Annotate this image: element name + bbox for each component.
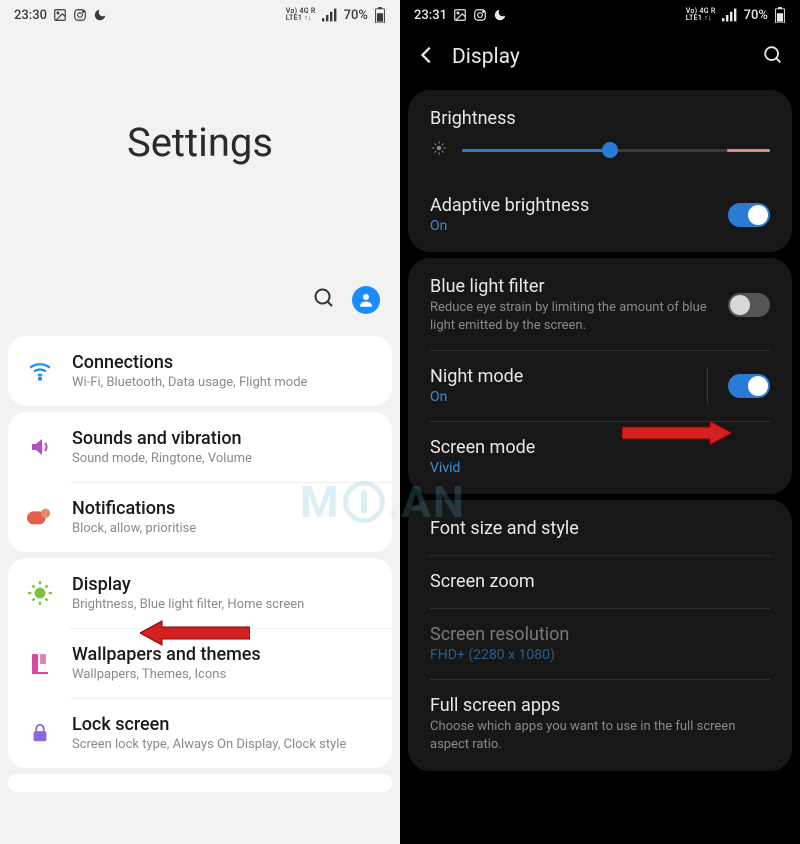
screen-zoom-item[interactable]: Screen zoom (408, 555, 792, 608)
settings-card-partial (8, 774, 392, 792)
item-status: On (430, 218, 714, 234)
blue-light-filter-item[interactable]: Blue light filter Reduce eye strain by l… (408, 260, 792, 350)
full-screen-apps-item[interactable]: Full screen apps Choose which apps you w… (408, 679, 792, 769)
item-title: Wallpapers and themes (72, 644, 374, 665)
battery-icon (374, 7, 386, 23)
settings-card: Connections Wi-Fi, Bluetooth, Data usage… (8, 336, 392, 406)
item-title: Blue light filter (430, 276, 714, 297)
wifi-icon (26, 357, 54, 385)
brightness-low-icon (430, 139, 448, 161)
settings-item-sounds[interactable]: Sounds and vibration Sound mode, Rington… (8, 412, 392, 482)
signal-icon (722, 8, 738, 22)
item-description: Reduce eye strain by limiting the amount… (430, 299, 714, 334)
item-subtitle: Screen lock type, Always On Display, Clo… (72, 737, 374, 752)
display-card-screen: Font size and style Screen zoom Screen r… (408, 500, 792, 771)
item-title: Adaptive brightness (430, 195, 714, 216)
brightness-section: Brightness (408, 92, 792, 135)
brightness-label: Brightness (430, 108, 770, 129)
themes-icon (26, 649, 54, 677)
image-icon (53, 8, 67, 22)
image-icon (453, 8, 467, 22)
item-title: Screen resolution (430, 624, 770, 645)
instagram-icon (473, 8, 487, 22)
moon-icon (93, 8, 107, 22)
status-time: 23:30 (14, 8, 47, 23)
battery-icon (774, 7, 786, 23)
settings-item-lockscreen[interactable]: Lock screen Screen lock type, Always On … (8, 698, 392, 768)
settings-card: Sounds and vibration Sound mode, Rington… (8, 412, 392, 552)
item-subtitle: Block, allow, prioritise (72, 521, 374, 536)
item-status: FHD+ (2280 x 1080) (430, 647, 770, 663)
settings-screen: 23:30 Vo) 4G RLTE1 ↑↓ 70% Settings (0, 0, 400, 844)
item-title: Font size and style (430, 518, 770, 539)
statusbar-left: 23:30 Vo) 4G RLTE1 ↑↓ 70% (0, 0, 400, 30)
screen-mode-item[interactable]: Screen mode Vivid (408, 421, 792, 492)
display-header: Display (400, 30, 800, 84)
item-title: Screen mode (430, 437, 770, 458)
brightness-slider-row (408, 135, 792, 179)
item-title: Notifications (72, 498, 374, 519)
item-title: Sounds and vibration (72, 428, 374, 449)
font-size-item[interactable]: Font size and style (408, 502, 792, 555)
item-title: Connections (72, 352, 374, 373)
display-card-brightness: Brightness Adaptive brightness On (408, 90, 792, 252)
adaptive-brightness-toggle[interactable] (728, 203, 770, 227)
blue-light-filter-toggle[interactable] (728, 293, 770, 317)
sound-icon (26, 433, 54, 461)
night-mode-toggle[interactable] (728, 374, 770, 398)
instagram-icon (73, 8, 87, 22)
settings-item-wallpapers[interactable]: Wallpapers and themes Wallpapers, Themes… (8, 628, 392, 698)
signal-icon (322, 8, 338, 22)
slider-thumb[interactable] (602, 142, 618, 158)
moon-icon (493, 8, 507, 22)
item-title: Screen zoom (430, 571, 770, 592)
item-status: On (430, 389, 693, 405)
display-icon (26, 579, 54, 607)
settings-card: Display Brightness, Blue light filter, H… (8, 558, 392, 768)
page-title: Display (452, 45, 748, 69)
search-icon[interactable] (762, 44, 784, 70)
brightness-slider[interactable] (462, 140, 770, 160)
item-status: Vivid (430, 460, 770, 476)
item-subtitle: Brightness, Blue light filter, Home scre… (72, 597, 374, 612)
item-title: Lock screen (72, 714, 374, 735)
page-title: Settings (0, 119, 400, 166)
item-title: Night mode (430, 366, 693, 387)
item-title: Display (72, 574, 374, 595)
back-button[interactable] (416, 44, 438, 70)
display-card-modes: Blue light filter Reduce eye strain by l… (408, 258, 792, 494)
lock-icon (26, 719, 54, 747)
settings-item-connections[interactable]: Connections Wi-Fi, Bluetooth, Data usage… (8, 336, 392, 406)
display-screen: 23:31 Vo) 4G RLTE1 ↑↓ 70% Display Bright… (400, 0, 800, 844)
battery-percent: 70% (744, 8, 768, 23)
battery-percent: 70% (344, 8, 368, 23)
item-subtitle: Wi-Fi, Bluetooth, Data usage, Flight mod… (72, 375, 374, 390)
statusbar-right: 23:31 Vo) 4G RLTE1 ↑↓ 70% (400, 0, 800, 30)
night-mode-item[interactable]: Night mode On (408, 350, 792, 421)
item-title: Full screen apps (430, 695, 770, 716)
search-icon[interactable] (312, 286, 336, 314)
network-label: Vo) 4G RLTE1 ↑↓ (686, 8, 716, 22)
profile-icon[interactable] (352, 286, 380, 314)
screen-resolution-item[interactable]: Screen resolution FHD+ (2280 x 1080) (408, 608, 792, 679)
divider (707, 368, 708, 404)
settings-item-display[interactable]: Display Brightness, Blue light filter, H… (8, 558, 392, 628)
item-subtitle: Sound mode, Ringtone, Volume (72, 451, 374, 466)
adaptive-brightness-item[interactable]: Adaptive brightness On (408, 179, 792, 250)
item-subtitle: Wallpapers, Themes, Icons (72, 667, 374, 682)
item-description: Choose which apps you want to use in the… (430, 718, 770, 753)
settings-item-notifications[interactable]: Notifications Block, allow, prioritise (8, 482, 392, 552)
notifications-icon (26, 503, 54, 531)
status-time: 23:31 (414, 8, 447, 23)
network-label: Vo) 4G RLTE1 ↑↓ (286, 8, 316, 22)
